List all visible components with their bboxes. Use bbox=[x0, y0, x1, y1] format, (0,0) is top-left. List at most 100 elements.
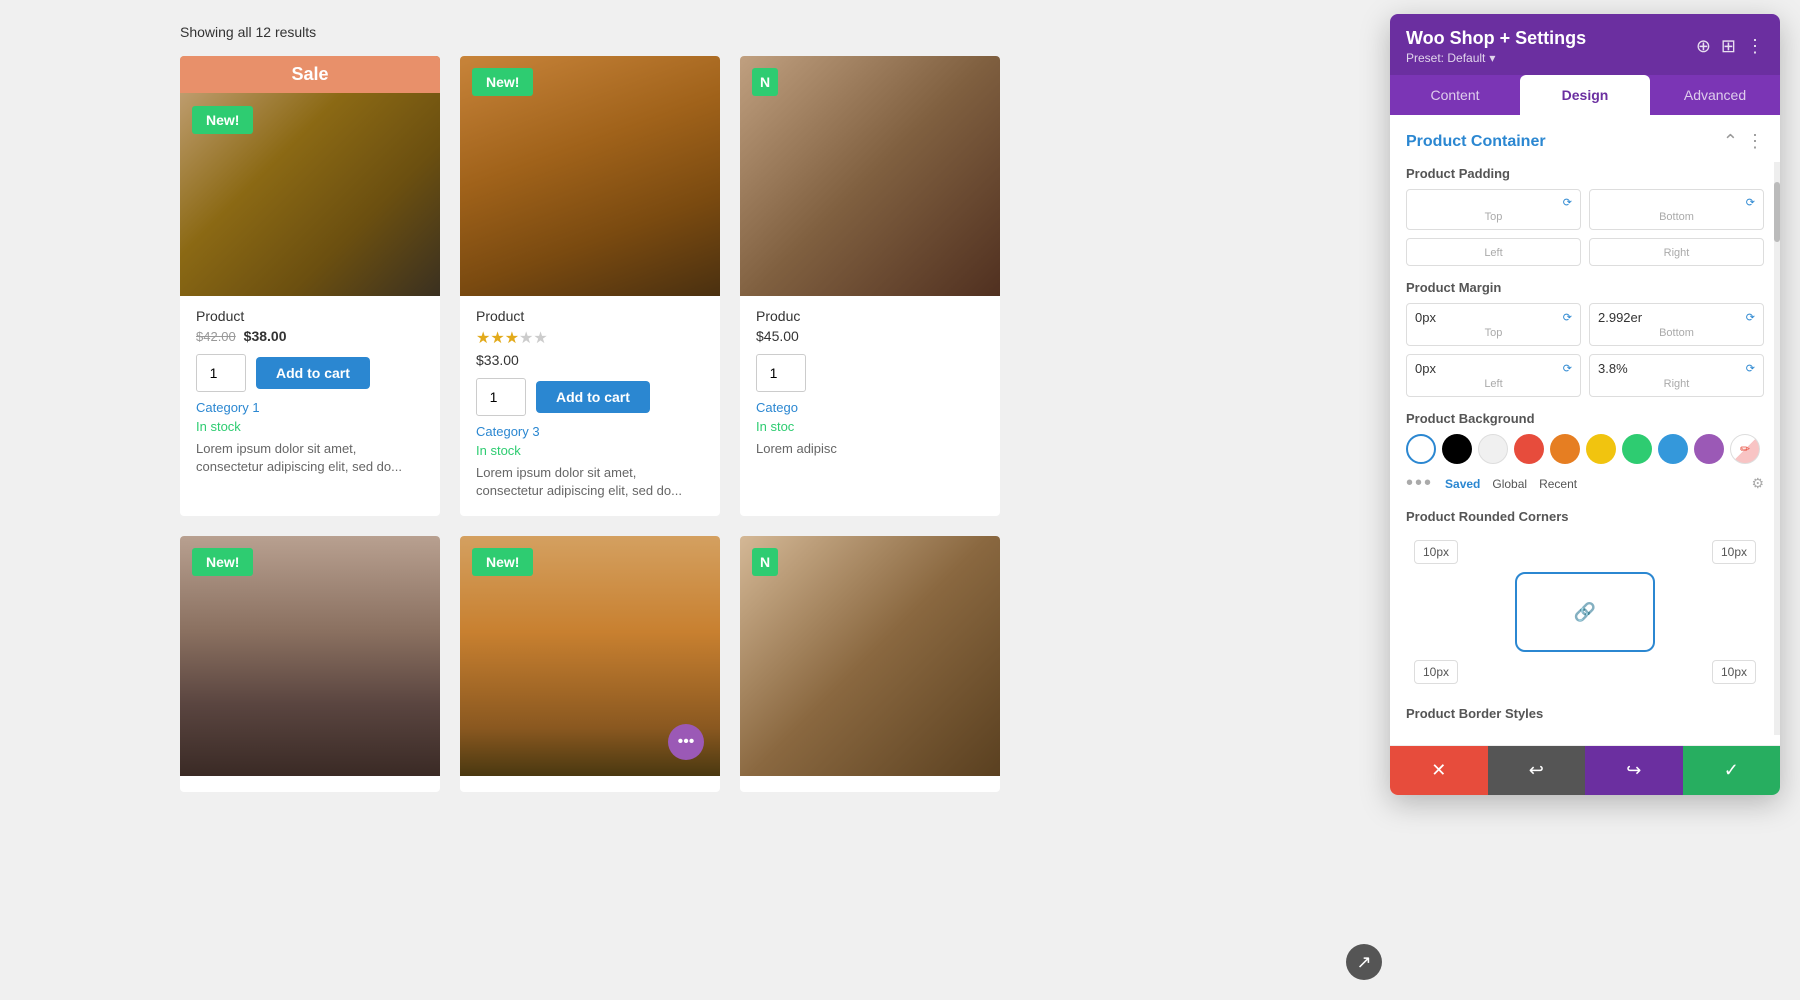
margin-right-field[interactable]: 3.8% ⟳ Right bbox=[1589, 354, 1764, 397]
product-image-3: N bbox=[740, 56, 1000, 296]
swatch-white[interactable] bbox=[1406, 434, 1436, 464]
margin-top-link[interactable]: ⟳ bbox=[1563, 311, 1572, 324]
more-swatches-icon[interactable]: ••• bbox=[1406, 472, 1433, 495]
padding-grid: ⟳ Top ⟳ Bottom Left bbox=[1406, 189, 1764, 266]
margin-left-field[interactable]: 0px ⟳ Left bbox=[1406, 354, 1581, 397]
swatch-red[interactable] bbox=[1514, 434, 1544, 464]
product-card-5: New! ••• bbox=[460, 536, 720, 792]
product-info-2: Product ★★★★★ $33.00 bbox=[460, 296, 720, 368]
section-header: Product Container ⌃ ⋮ bbox=[1406, 131, 1764, 152]
product-price-1: $42.00 $38.00 bbox=[196, 328, 424, 344]
product-category-1[interactable]: Category 1 bbox=[180, 392, 440, 415]
swatch-purple[interactable] bbox=[1694, 434, 1724, 464]
padding-left-field[interactable]: Left bbox=[1406, 238, 1581, 266]
bottom-products-grid: New! New! ••• N bbox=[180, 536, 1000, 792]
add-to-cart-btn-2[interactable]: Add to cart bbox=[536, 381, 650, 413]
canvas-tool-btn[interactable]: ↗ bbox=[1346, 944, 1382, 980]
link-corners-icon[interactable]: 🔗 bbox=[1574, 602, 1596, 623]
swatch-green[interactable] bbox=[1622, 434, 1652, 464]
product-category-3[interactable]: Catego bbox=[740, 392, 1000, 415]
product-price-2: $33.00 bbox=[476, 352, 704, 368]
margin-right-label: Right bbox=[1598, 378, 1755, 390]
color-settings-icon[interactable]: ⚙ bbox=[1751, 475, 1764, 492]
corner-bl-value[interactable]: 10px bbox=[1414, 660, 1458, 684]
swatch-light[interactable] bbox=[1478, 434, 1508, 464]
tab-design[interactable]: Design bbox=[1520, 75, 1650, 115]
padding-right-field[interactable]: Right bbox=[1589, 238, 1764, 266]
product-desc-1: Lorem ipsum dolor sit amet, consectetur … bbox=[180, 434, 440, 476]
qty-input-3[interactable] bbox=[756, 354, 806, 392]
panel-preset: Preset: Default ▾ bbox=[1406, 51, 1586, 65]
product-image-5: New! ••• bbox=[460, 536, 720, 776]
corner-br-value[interactable]: 10px bbox=[1712, 660, 1756, 684]
product-category-2[interactable]: Category 3 bbox=[460, 416, 720, 439]
corner-tl: 10px bbox=[1414, 543, 1458, 561]
badge-new-2: New! bbox=[472, 68, 533, 96]
swatch-blue[interactable] bbox=[1658, 434, 1688, 464]
margin-right-link[interactable]: ⟳ bbox=[1746, 362, 1755, 375]
badge-new-3: N bbox=[752, 68, 778, 96]
product-price-3: $45.00 bbox=[756, 328, 984, 344]
badge-new-1: New! bbox=[192, 106, 253, 134]
margin-top-field[interactable]: 0px ⟳ Top bbox=[1406, 303, 1581, 346]
qty-input-1[interactable] bbox=[196, 354, 246, 392]
product-card-1: Sale New! Product $42.00 $38.00 Add to c… bbox=[180, 56, 440, 516]
badge-new-4: New! bbox=[192, 548, 253, 576]
product-card-3: N Produc $45.00 Catego In stoc Lorem adi… bbox=[740, 56, 1000, 516]
color-tab-recent[interactable]: Recent bbox=[1539, 477, 1577, 491]
price-only-2: $33.00 bbox=[476, 352, 519, 368]
collapse-btn[interactable]: ⌃ bbox=[1723, 131, 1738, 152]
swatch-black[interactable] bbox=[1442, 434, 1472, 464]
corner-tr-value[interactable]: 10px bbox=[1712, 540, 1756, 564]
panel-tabs: Content Design Advanced bbox=[1390, 75, 1780, 115]
swatch-pen[interactable]: ✏ bbox=[1730, 434, 1760, 464]
color-tab-global[interactable]: Global bbox=[1492, 477, 1527, 491]
panel-title: Woo Shop + Settings bbox=[1406, 28, 1586, 49]
margin-right-value: 3.8% bbox=[1598, 361, 1628, 376]
footer-undo-btn[interactable]: ↩ bbox=[1488, 746, 1586, 795]
padding-right-label: Right bbox=[1598, 247, 1755, 259]
product-name-3: Produc bbox=[756, 308, 984, 324]
margin-top-label: Top bbox=[1415, 327, 1572, 339]
redo-icon: ↪ bbox=[1626, 760, 1641, 781]
scrollbar-thumb[interactable] bbox=[1774, 182, 1780, 242]
footer-save-btn[interactable]: ✓ bbox=[1683, 746, 1781, 795]
product-name-2: Product bbox=[476, 308, 704, 324]
panel-layout-icon[interactable]: ⊞ bbox=[1721, 36, 1736, 57]
swatch-yellow[interactable] bbox=[1586, 434, 1616, 464]
panel-target-icon[interactable]: ⊕ bbox=[1696, 36, 1711, 57]
margin-left-label: Left bbox=[1415, 378, 1572, 390]
color-tab-saved[interactable]: Saved bbox=[1445, 477, 1480, 491]
add-to-cart-row-3 bbox=[740, 344, 1000, 392]
panel-body: Product Container ⌃ ⋮ Product Padding ⟳ … bbox=[1390, 115, 1780, 745]
margin-grid: 0px ⟳ Top 2.992er ⟳ Bottom 0px ⟳ Left bbox=[1406, 303, 1764, 397]
panel-more-icon[interactable]: ⋮ bbox=[1746, 36, 1764, 57]
product-stock-1: In stock bbox=[180, 415, 440, 434]
tab-content[interactable]: Content bbox=[1390, 75, 1520, 115]
price-only-3: $45.00 bbox=[756, 328, 799, 344]
swatch-orange[interactable] bbox=[1550, 434, 1580, 464]
footer-cancel-btn[interactable]: ✕ bbox=[1390, 746, 1488, 795]
landscape-action-btn[interactable]: ••• bbox=[668, 724, 704, 760]
section-collapse: ⌃ ⋮ bbox=[1723, 131, 1764, 152]
products-grid: Sale New! Product $42.00 $38.00 Add to c… bbox=[180, 56, 1000, 516]
padding-top-field[interactable]: ⟳ Top bbox=[1406, 189, 1581, 230]
padding-bottom-field[interactable]: ⟳ Bottom bbox=[1589, 189, 1764, 230]
margin-bottom-field[interactable]: 2.992er ⟳ Bottom bbox=[1589, 303, 1764, 346]
add-to-cart-btn-1[interactable]: Add to cart bbox=[256, 357, 370, 389]
padding-bottom-label: Bottom bbox=[1598, 211, 1755, 223]
margin-top-value: 0px bbox=[1415, 310, 1436, 325]
product-image-4: New! bbox=[180, 536, 440, 776]
margin-bottom-link[interactable]: ⟳ bbox=[1746, 311, 1755, 324]
qty-input-2[interactable] bbox=[476, 378, 526, 416]
margin-left-link[interactable]: ⟳ bbox=[1563, 362, 1572, 375]
tab-advanced[interactable]: Advanced bbox=[1650, 75, 1780, 115]
product-name-1: Product bbox=[196, 308, 424, 324]
footer-redo-btn[interactable]: ↪ bbox=[1585, 746, 1683, 795]
padding-top-link[interactable]: ⟳ bbox=[1563, 196, 1572, 209]
margin-bottom-label: Bottom bbox=[1598, 327, 1755, 339]
padding-bottom-link[interactable]: ⟳ bbox=[1746, 196, 1755, 209]
badge-new-5: New! bbox=[472, 548, 533, 576]
corner-tl-value[interactable]: 10px bbox=[1414, 540, 1458, 564]
section-more-btn[interactable]: ⋮ bbox=[1746, 131, 1764, 152]
